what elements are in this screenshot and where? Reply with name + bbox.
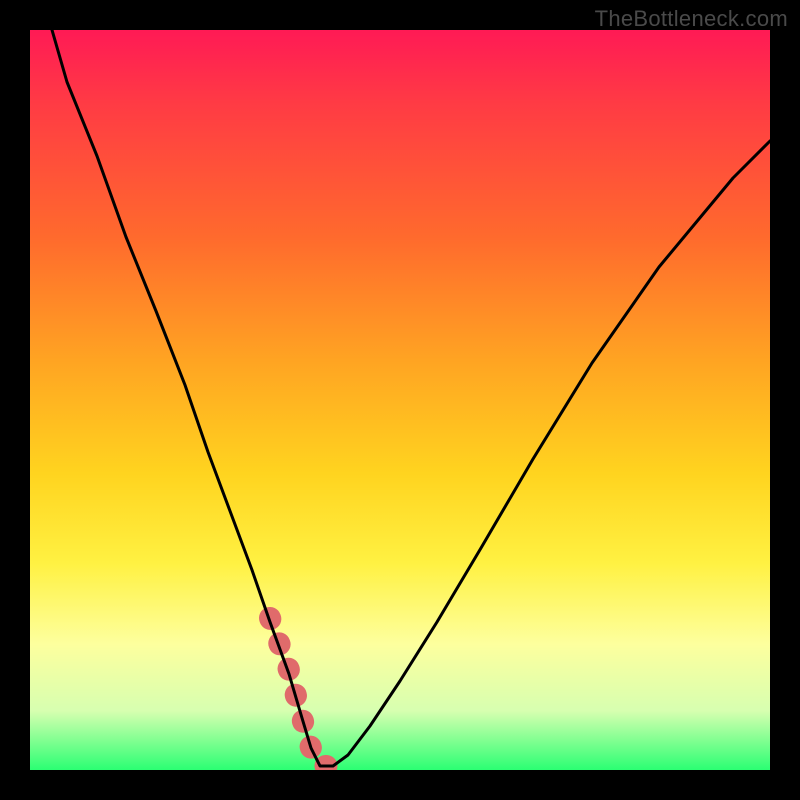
- plot-area: [30, 30, 770, 770]
- watermark-text: TheBottleneck.com: [595, 6, 788, 32]
- curve-svg: [30, 30, 770, 770]
- chart-frame: TheBottleneck.com: [0, 0, 800, 800]
- bottleneck-curve-path: [52, 30, 770, 766]
